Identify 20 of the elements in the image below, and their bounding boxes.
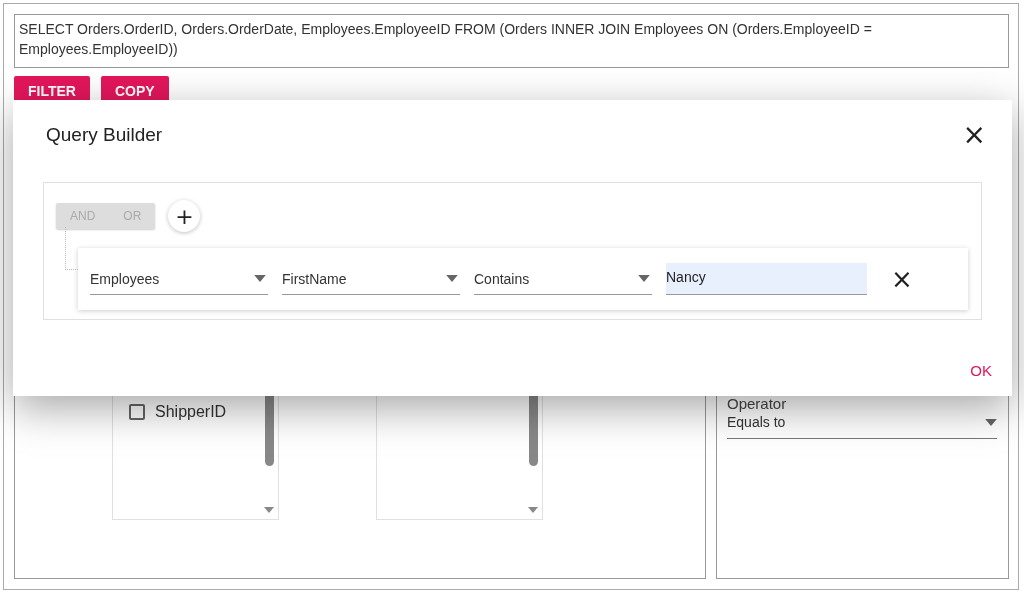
close-button[interactable]: × <box>959 121 989 149</box>
operator-dropdown[interactable]: Equals to <box>727 414 997 439</box>
dialog-title: Query Builder <box>46 124 163 146</box>
scroll-down-icon[interactable] <box>264 507 274 513</box>
field-dropdown[interactable]: Employees <box>90 263 268 295</box>
scroll-down-icon[interactable] <box>528 507 538 513</box>
caret-icon <box>638 275 650 282</box>
query-text-area[interactable]: SELECT Orders.OrderID, Orders.OrderDate, Employees.EmployeeID FROM (Orders INNER JOIN Employees ON (Orders.EmployeeID = Employees.EmployeeID)) <box>14 14 1009 68</box>
operator-label: Operator <box>727 395 788 412</box>
column-label: ShipperID <box>155 403 227 421</box>
caret-icon <box>254 275 266 282</box>
caret-icon <box>985 418 997 426</box>
checkbox[interactable] <box>129 404 145 420</box>
caret-icon <box>446 275 458 282</box>
field-dropdown[interactable]: Contains <box>474 263 652 295</box>
value-input-field[interactable]: Nancy <box>666 263 867 295</box>
ok-button[interactable]: OK <box>968 358 994 383</box>
add-button[interactable]: + <box>168 200 201 232</box>
remove-rule-button[interactable]: × <box>887 266 917 292</box>
field-dropdown[interactable]: FirstName <box>282 263 460 295</box>
